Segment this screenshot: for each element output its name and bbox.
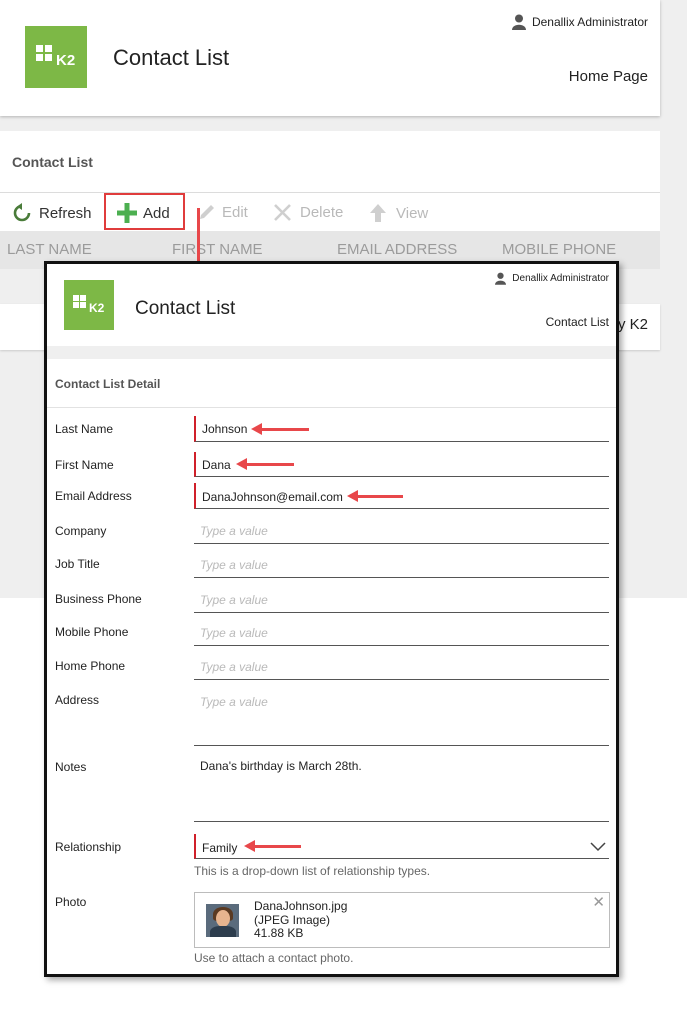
footer-text: y K2 [617, 316, 648, 333]
column-last-name[interactable]: LAST NAME [7, 241, 92, 258]
mobile-phone-placeholder: Type a value [200, 626, 268, 640]
notes-value: Dana's birthday is March 28th. [200, 759, 362, 773]
person-icon [495, 272, 507, 285]
photo-attachment[interactable]: DanaJohnson.jpg (JPEG Image) 41.88 KB ✕ [194, 892, 610, 948]
annotation-arrow [236, 458, 294, 470]
photo-hint: Use to attach a contact photo. [194, 951, 354, 965]
chevron-down-icon [590, 842, 606, 852]
mobile-phone-field[interactable]: Type a value [194, 620, 609, 646]
photo-file-type: (JPEG Image) [254, 913, 331, 927]
job-title-placeholder: Type a value [200, 558, 268, 572]
photo-label: Photo [55, 895, 87, 909]
contact-list-link[interactable]: Contact List [546, 315, 609, 329]
app-header: K2 Contact List Denallix Administrator H… [0, 0, 660, 116]
user-name: Denallix Administrator [531, 15, 648, 29]
section-title: Contact List Detail [55, 377, 161, 391]
logo-text: K2 [56, 52, 76, 69]
refresh-icon [13, 203, 31, 222]
header-gap [47, 346, 616, 359]
delete-label: Delete [300, 204, 344, 221]
notes-field[interactable]: Dana's birthday is March 28th. [194, 753, 609, 822]
pencil-icon [200, 205, 214, 219]
user-name: Denallix Administrator [512, 273, 609, 284]
edit-button[interactable]: Edit [198, 203, 248, 221]
business-phone-placeholder: Type a value [200, 593, 268, 607]
page-title: Contact List [113, 45, 230, 70]
refresh-label: Refresh [39, 204, 92, 222]
company-field[interactable]: Type a value [194, 518, 609, 544]
panel-title: Contact List [12, 154, 93, 170]
annotation-arrow [244, 840, 301, 852]
address-field[interactable]: Type a value [194, 688, 609, 746]
column-first-name[interactable]: FIRST NAME [172, 241, 263, 258]
annotation-arrow [347, 490, 403, 502]
business-phone-field[interactable]: Type a value [194, 586, 609, 613]
home-page-link[interactable]: Home Page [569, 68, 648, 85]
view-button[interactable]: View [369, 203, 428, 223]
user-menu[interactable]: Denallix Administrator [495, 272, 609, 285]
panel-divider [0, 192, 660, 193]
column-mobile-phone[interactable]: MOBILE PHONE [502, 241, 616, 258]
annotation-arrow [251, 423, 309, 435]
last-name-label: Last Name [55, 422, 114, 436]
email-address-value: DanaJohnson@email.com [202, 490, 343, 504]
mobile-phone-label: Mobile Phone [55, 625, 129, 639]
photo-file-name[interactable]: DanaJohnson.jpg [254, 899, 347, 913]
user-menu[interactable]: Denallix Administrator [511, 14, 648, 30]
person-icon [511, 14, 526, 30]
email-address-label: Email Address [55, 489, 132, 503]
photo-file-size: 41.88 KB [254, 926, 304, 940]
up-arrow-icon [370, 204, 386, 222]
view-label: View [396, 204, 429, 222]
notes-label: Notes [55, 760, 87, 774]
relationship-hint: This is a drop-down list of relationship… [194, 864, 431, 878]
delete-button[interactable]: Delete [273, 203, 343, 222]
job-title-field[interactable]: Type a value [194, 552, 609, 578]
home-phone-field[interactable]: Type a value [194, 653, 609, 680]
add-button-highlight [104, 193, 185, 230]
contact-detail-window: K2 Contact List Denallix Administrator C… [44, 261, 619, 977]
first-name-value: Dana [202, 458, 231, 472]
column-email-address[interactable]: EMAIL ADDRESS [337, 241, 457, 258]
company-label: Company [55, 524, 107, 538]
close-icon[interactable]: ✕ [592, 893, 605, 911]
first-name-label: First Name [55, 458, 114, 472]
k2-logo: K2 [64, 280, 114, 330]
section-divider [47, 407, 616, 408]
company-placeholder: Type a value [200, 524, 268, 538]
edit-label: Edit [222, 203, 248, 221]
address-label: Address [55, 693, 100, 707]
x-icon [274, 204, 291, 221]
relationship-label: Relationship [55, 840, 122, 854]
refresh-button[interactable]: Refresh [12, 203, 92, 223]
home-phone-label: Home Phone [55, 659, 126, 673]
contact-list-panel: Contact List Refresh Add Edit Delete Vie… [0, 131, 660, 269]
photo-thumbnail[interactable] [206, 904, 239, 937]
job-title-label: Job Title [55, 557, 100, 571]
logo-text: K2 [89, 301, 105, 315]
modal-title: Contact List [135, 298, 236, 319]
address-placeholder: Type a value [200, 695, 268, 709]
relationship-value: Family [202, 841, 238, 855]
business-phone-label: Business Phone [55, 592, 142, 606]
home-phone-placeholder: Type a value [200, 660, 268, 674]
last-name-value: Johnson [202, 422, 248, 436]
k2-logo: K2 [25, 26, 87, 88]
modal-header: K2 Contact List Denallix Administrator C… [47, 264, 616, 346]
